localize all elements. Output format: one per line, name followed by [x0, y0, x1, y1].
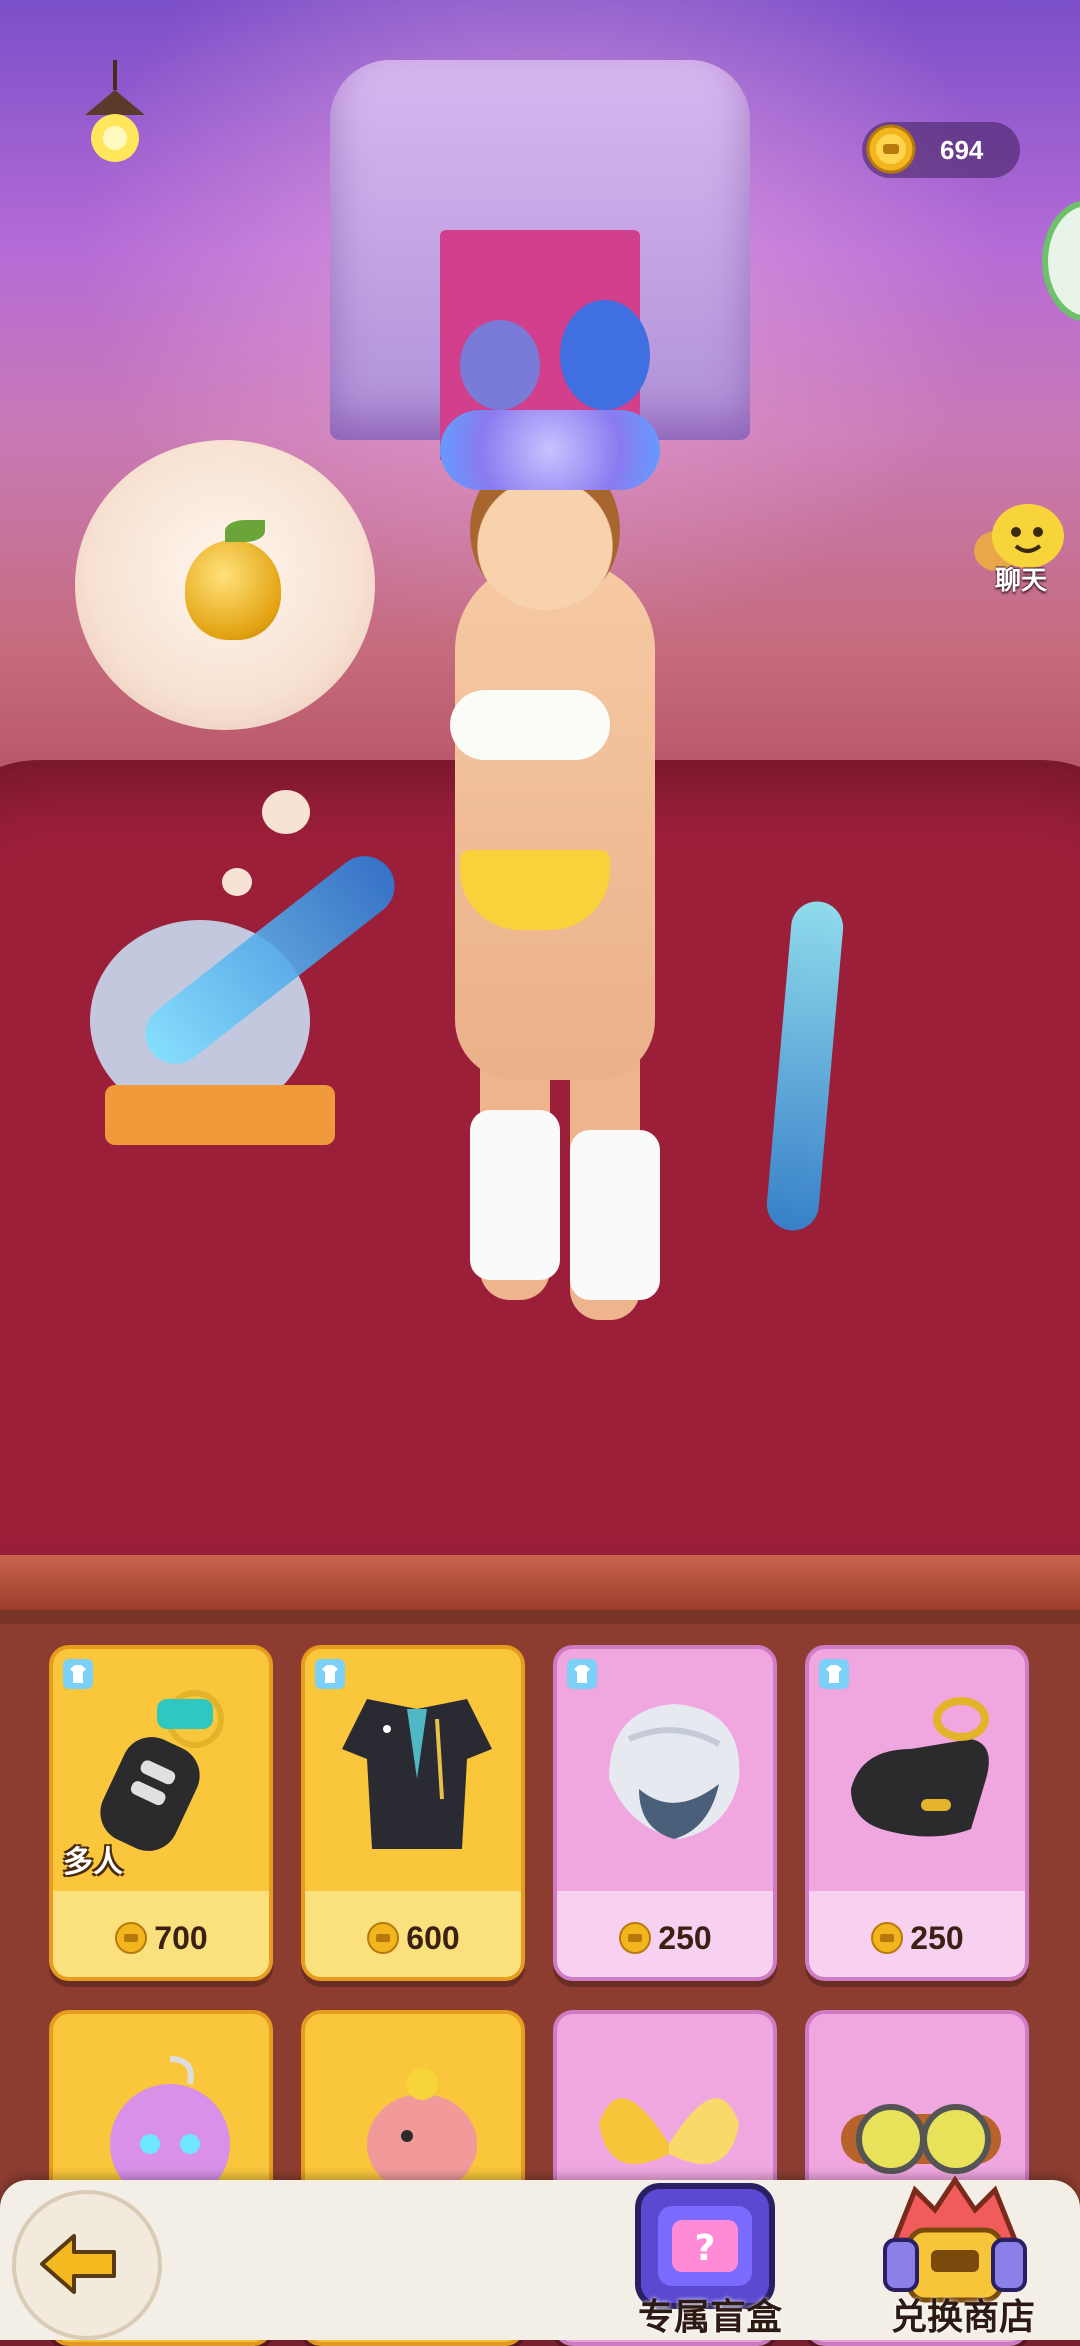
svg-text:?: ? [695, 2228, 716, 2269]
price-value: 250 [658, 1920, 712, 1956]
thought-bubble-dot [262, 790, 310, 834]
price-label: 600 [305, 1920, 521, 1957]
white-boot [470, 1110, 560, 1280]
shop-item-card[interactable]: 600 [301, 1645, 525, 1981]
exchange-shop-label[interactable]: 兑换商店 [858, 2288, 1068, 2340]
silver-hair-icon [609, 1704, 740, 1839]
car-key-icon [100, 1690, 224, 1851]
tuxedo-suit-icon [342, 1699, 492, 1849]
golden-fruit-icon [185, 540, 281, 640]
shop-item-card[interactable]: 250 [553, 1645, 777, 1981]
bird-companion [460, 320, 540, 410]
lantern-icon [85, 60, 145, 162]
multiplayer-badge: 多人 [63, 1846, 123, 1879]
gold-coin-icon [367, 1922, 400, 1954]
fruit-leaf [225, 520, 265, 542]
game-scene [0, 0, 1080, 1560]
price-label: 250 [809, 1920, 1025, 1957]
flower-crown [440, 410, 660, 490]
gold-coin-icon [866, 124, 916, 174]
gold-coin-icon [871, 1922, 904, 1954]
gold-coin-icon [619, 1922, 652, 1954]
shop-item-card[interactable]: 250 [805, 1645, 1029, 1981]
price-label: 700 [53, 1920, 269, 1957]
blind-box-label[interactable]: 专属盲盒 [610, 2288, 810, 2340]
price-value: 600 [406, 1920, 460, 1956]
player-character[interactable] [455, 560, 655, 1080]
white-boot [570, 1130, 660, 1300]
price-value: 250 [910, 1920, 964, 1956]
bench [105, 1085, 335, 1145]
price-value: 700 [154, 1920, 208, 1956]
bird-companion [560, 300, 650, 410]
back-arrow-icon[interactable] [38, 2232, 118, 2296]
black-glove-icon [851, 1697, 989, 1837]
stage-edge [0, 1555, 1080, 1610]
price-label: 250 [557, 1920, 773, 1957]
coin-amount: 694 [940, 135, 984, 165]
thought-bubble-dot [222, 868, 252, 896]
bikini-top [450, 690, 610, 760]
chat-label: 聊天 [994, 565, 1047, 595]
gold-coin-icon [115, 1922, 148, 1954]
shop-item-card[interactable]: 多人 700 [49, 1645, 273, 1981]
